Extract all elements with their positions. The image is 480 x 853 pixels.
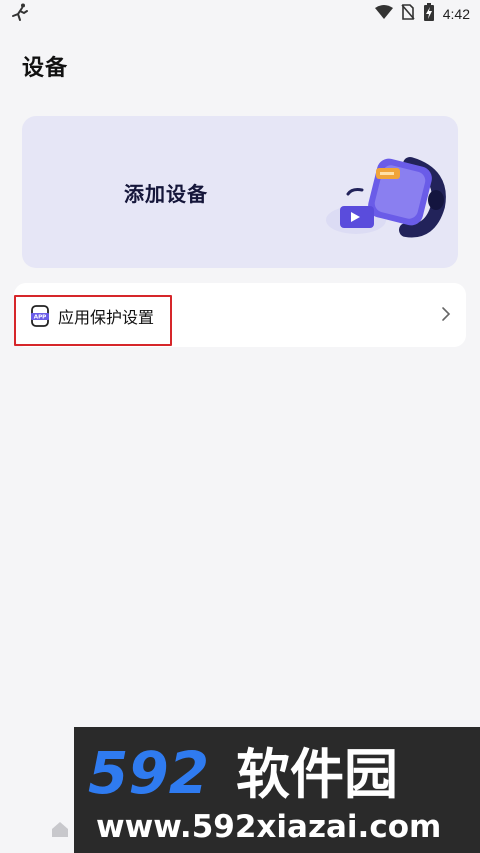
status-time: 4:42 [442, 6, 470, 22]
page-title: 设备 [22, 56, 69, 81]
svg-text:软件园: 软件园 [236, 743, 398, 803]
chevron-right-icon [440, 305, 452, 323]
watermark: 592 软件园 www.592xiazai.com [74, 727, 480, 853]
svg-text:592: 592 [88, 739, 209, 803]
wifi-icon [374, 5, 393, 23]
running-figure-icon [10, 2, 30, 26]
add-device-card[interactable]: 添加设备 [22, 116, 458, 268]
home-icon[interactable] [50, 820, 70, 838]
status-bar: 4:42 [0, 0, 480, 28]
no-sim-icon [401, 4, 415, 24]
highlight-box [14, 295, 172, 346]
battery-charging-icon [423, 3, 435, 25]
watermark-logo: 592 软件园 [88, 739, 398, 803]
status-right: 4:42 [374, 3, 470, 25]
watermark-url: www.592xiazai.com [96, 809, 442, 845]
smartwatch-illustration [326, 157, 446, 238]
status-left [10, 2, 30, 26]
add-device-label: 添加设备 [124, 182, 208, 206]
